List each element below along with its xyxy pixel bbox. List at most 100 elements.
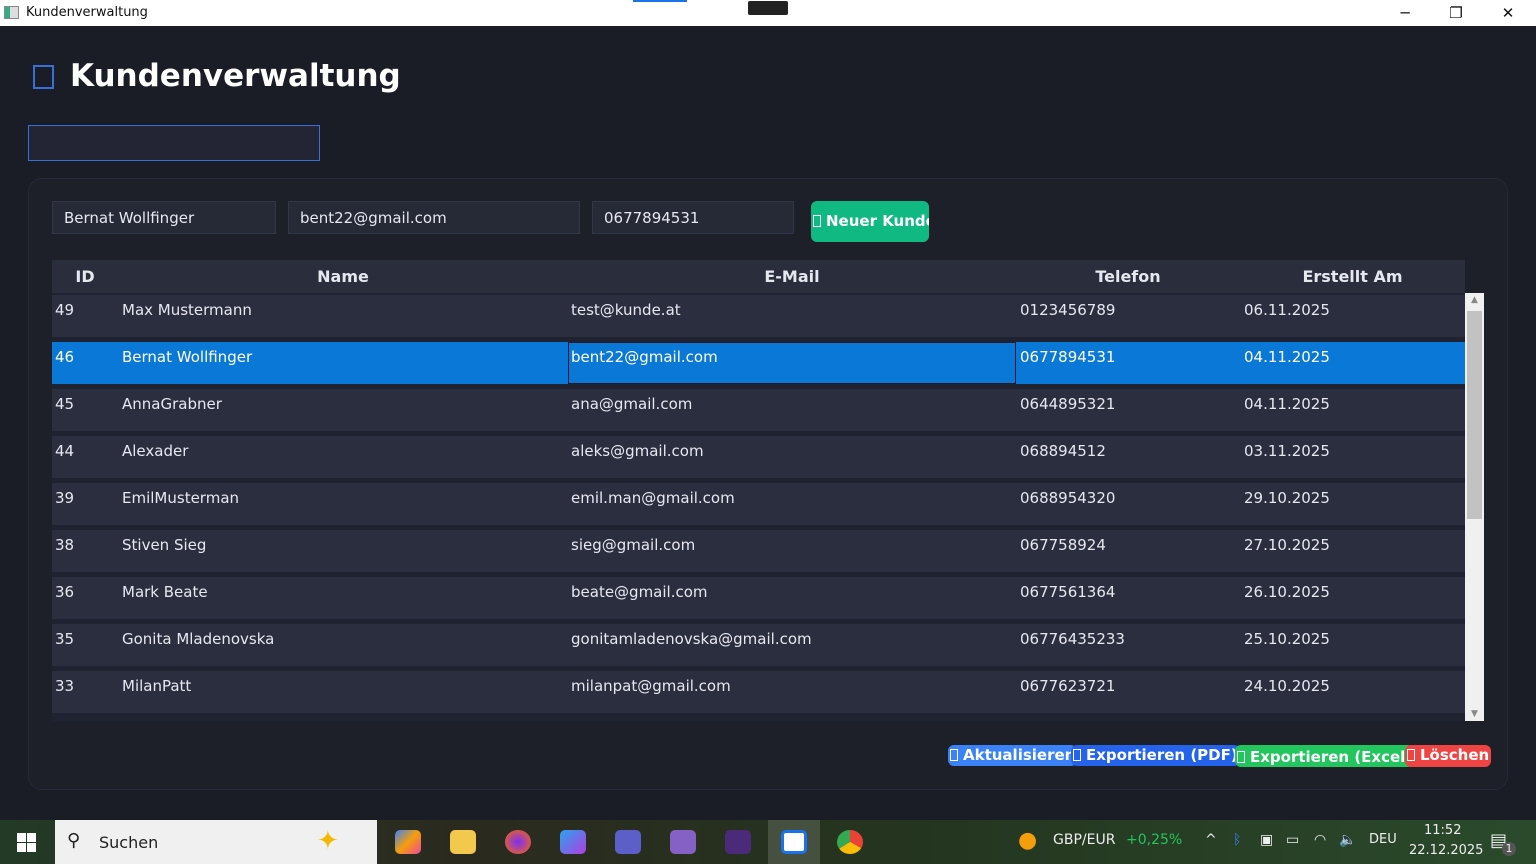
scroll-thumb[interactable] (1467, 311, 1482, 519)
cell-phone: 0677894531 (1020, 348, 1116, 366)
table-row[interactable]: 33 MilanPatt milanpat@gmail.com 0677623721 2… (52, 671, 1465, 713)
chrome-icon[interactable] (837, 830, 863, 854)
export-excel-button[interactable]: Exportieren (Excel) (1235, 745, 1415, 767)
table-row[interactable]: 49 Max Mustermann test@kunde.at 0123456789 0… (52, 295, 1465, 337)
cell-email: sieg@gmail.com (571, 536, 696, 554)
table-row[interactable]: 36 Mark Beate beate@gmail.com 0677561364 26.… (52, 577, 1465, 619)
table-row[interactable]: 38 Stiven Sieg sieg@gmail.com 067758924 27.1… (52, 530, 1465, 572)
taskbar-search[interactable]: ⚲ Suchen ✦ (55, 820, 377, 864)
page-title: Kundenverwaltung (70, 58, 401, 94)
cell-created: 27.10.2025 (1244, 536, 1330, 554)
pdf-icon (1073, 749, 1081, 761)
window-title: Kundenverwaltung (26, 5, 148, 20)
cell-email: aleks@gmail.com (571, 442, 704, 460)
cell-email: emil.man@gmail.com (571, 489, 735, 507)
tab-indicator (633, 0, 687, 2)
table-row[interactable]: 46 Bernat Wollfinger bent22@gmail.com 06778… (52, 342, 1465, 384)
scroll-down-icon[interactable]: ▼ (1465, 709, 1484, 719)
cell-created: 04.11.2025 (1244, 395, 1330, 413)
cell-email: test@kunde.at (571, 301, 681, 319)
customer-table: 49 Max Mustermann test@kunde.at 0123456789 0… (52, 293, 1465, 721)
new-customer-button[interactable]: Neuer Kunde (811, 201, 929, 242)
cell-created: 25.10.2025 (1244, 630, 1330, 648)
email-field[interactable] (288, 201, 580, 234)
bluetooth-icon[interactable]: ᛒ (1233, 832, 1241, 848)
name-field[interactable] (52, 201, 276, 234)
cell-created: 24.10.2025 (1244, 677, 1330, 695)
cell-email: bent22@gmail.com (571, 348, 718, 366)
search-placeholder: Suchen (99, 833, 159, 852)
cell-created: 04.11.2025 (1244, 348, 1330, 366)
coins-icon: ● (1018, 828, 1038, 853)
title-icon (33, 65, 54, 89)
visual-studio-icon[interactable] (670, 830, 696, 854)
cell-phone: 0123456789 (1020, 301, 1116, 319)
battery-icon[interactable]: ▭ (1286, 832, 1299, 848)
maximize-button[interactable]: ❐ (1433, 2, 1479, 24)
col-email[interactable]: E-Mail (568, 267, 1016, 286)
table-row[interactable]: 44 Alexader aleks@gmail.com 068894512 03.11.… (52, 436, 1465, 478)
cell-created: 06.11.2025 (1244, 301, 1330, 319)
minimize-button[interactable]: ─ (1382, 2, 1428, 24)
cell-email: milanpat@gmail.com (571, 677, 731, 695)
copilot-icon[interactable] (395, 830, 421, 854)
scrollbar[interactable]: ▲ ▼ (1465, 293, 1484, 721)
teams-icon[interactable] (615, 830, 641, 854)
clock-time[interactable]: 11:52 (1424, 823, 1461, 838)
cell-name: Bernat Wollfinger (122, 348, 253, 366)
close-button[interactable]: ✕ (1485, 2, 1531, 24)
wifi-icon[interactable]: ◠ (1314, 832, 1326, 848)
cell-phone: 068894512 (1020, 442, 1106, 460)
m365-icon[interactable] (560, 830, 586, 854)
cell-name: AnnaGrabner (122, 395, 222, 413)
col-name[interactable]: Name (118, 267, 568, 286)
clock-date[interactable]: 22.12.2025 (1409, 843, 1483, 858)
language-indicator[interactable]: DEU (1369, 832, 1397, 847)
cell-phone: 0644895321 (1020, 395, 1116, 413)
table-row[interactable]: 39 EmilMusterman emil.man@gmail.com 0688954… (52, 483, 1465, 525)
cell-id: 38 (55, 536, 75, 554)
chevron-up-icon[interactable]: ^ (1205, 832, 1217, 848)
search-input[interactable] (28, 125, 320, 161)
col-created[interactable]: Erstellt Am (1240, 267, 1465, 286)
cell-email: gonitamladenovska@gmail.com (571, 630, 812, 648)
drag-handle[interactable] (748, 1, 788, 15)
volume-icon[interactable]: 🔈 (1339, 832, 1356, 848)
ticker-label[interactable]: GBP/EUR (1053, 832, 1115, 848)
windows-start-icon[interactable] (17, 833, 36, 852)
copilot-sparkle-icon: ✦ (317, 826, 339, 856)
cell-id: 36 (55, 583, 75, 601)
camera-icon[interactable]: ▣ (1260, 832, 1273, 848)
cell-id: 44 (55, 442, 75, 460)
cell-id: 33 (55, 677, 75, 695)
table-row[interactable]: 35 Gonita Mladenovska gonitamladenovska@gm… (52, 624, 1465, 666)
table-row[interactable]: 45 AnnaGrabner ana@gmail.com 0644895321 04.1… (52, 389, 1465, 431)
export-excel-label: Exportieren (Excel) (1250, 748, 1413, 766)
terminal-icon[interactable] (725, 830, 751, 854)
delete-label: Löschen (1420, 746, 1490, 764)
active-app-tab[interactable] (768, 820, 820, 864)
delete-icon (1407, 749, 1415, 761)
cell-name: Alexader (122, 442, 189, 460)
export-pdf-button[interactable]: Exportieren (PDF) (1071, 745, 1240, 766)
cell-id: 46 (55, 348, 75, 366)
cell-created: 26.10.2025 (1244, 583, 1330, 601)
search-icon: ⚲ (67, 830, 81, 851)
cell-id: 49 (55, 301, 75, 319)
cell-name: Mark Beate (122, 583, 208, 601)
cell-phone: 0688954320 (1020, 489, 1116, 507)
cell-phone: 06776435233 (1020, 630, 1125, 648)
table-header: ID Name E-Mail Telefon Erstellt Am (52, 260, 1465, 293)
col-phone[interactable]: Telefon (1016, 267, 1240, 286)
phone-field[interactable] (592, 201, 794, 234)
cell-name: EmilMusterman (122, 489, 240, 507)
file-explorer-icon[interactable] (450, 830, 476, 854)
refresh-button[interactable]: Aktualisieren (948, 745, 1078, 766)
cell-name: Stiven Sieg (122, 536, 207, 554)
firefox-icon[interactable] (505, 830, 531, 854)
col-id[interactable]: ID (52, 267, 118, 286)
cell-name: Gonita Mladenovska (122, 630, 275, 648)
cell-id: 39 (55, 489, 75, 507)
scroll-up-icon[interactable]: ▲ (1465, 295, 1484, 305)
delete-button[interactable]: Löschen (1405, 745, 1492, 767)
